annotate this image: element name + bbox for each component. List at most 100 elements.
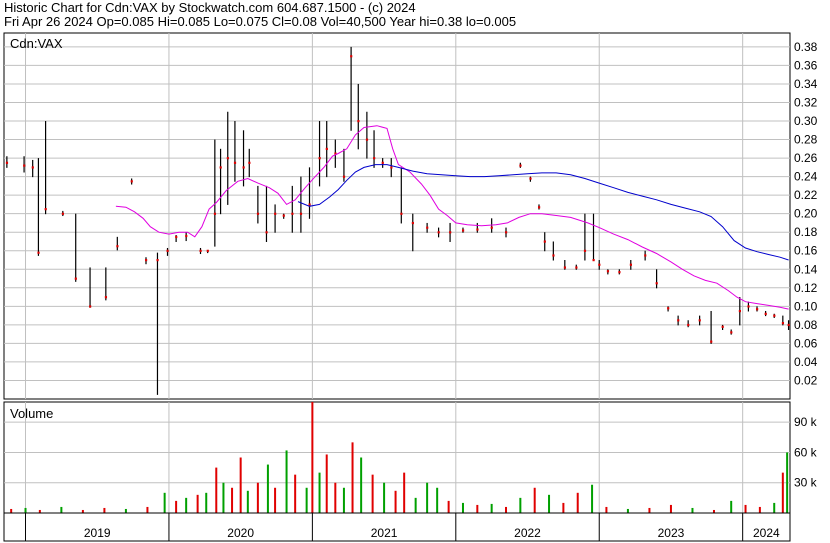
close-marker: [698, 319, 701, 322]
close-marker: [318, 157, 321, 160]
price-tick-label: 0.06: [794, 336, 818, 350]
volume-tick-label: 90 k: [794, 415, 818, 429]
volume-bar: [426, 482, 429, 513]
volume-tick-label: 60 k: [794, 445, 818, 459]
volume-bar: [146, 506, 149, 513]
close-marker: [400, 212, 403, 215]
price-tick-label: 0.22: [794, 188, 818, 202]
volume-bar: [360, 457, 363, 513]
close-marker: [687, 323, 690, 327]
close-marker: [130, 180, 133, 183]
volume-bar: [591, 484, 594, 513]
price-bars: [5, 46, 790, 395]
close-marker: [256, 212, 260, 215]
close-marker: [437, 231, 440, 234]
volume-bar: [461, 502, 464, 513]
volume-bar: [781, 472, 784, 513]
price-y-axis: 0.02 0.04 0.06 0.08 0.10 0.12 0.14 0.16 0.18 0.20…: [794, 40, 818, 388]
close-marker: [23, 164, 26, 167]
close-marker: [583, 249, 587, 252]
volume-bar: [519, 497, 522, 513]
volume-bar: [342, 487, 345, 513]
close-marker: [773, 314, 776, 317]
close-marker: [381, 161, 384, 164]
volume-bar: [305, 487, 308, 513]
volume-bar: [215, 467, 218, 513]
close-marker: [721, 325, 724, 328]
close-marker: [449, 231, 452, 234]
volume-bar: [744, 504, 747, 513]
price-tick-label: 0.28: [794, 133, 818, 147]
volume-bar: [222, 482, 225, 513]
year-label: 2023: [658, 526, 685, 540]
price-tick-label: 0.30: [794, 114, 818, 128]
volume-bar: [669, 504, 672, 513]
volume-bar: [626, 508, 629, 513]
price-tick-label: 0.36: [794, 58, 818, 72]
close-marker: [242, 166, 245, 169]
close-marker: [31, 166, 34, 169]
price-tick-label: 0.02: [794, 373, 818, 387]
volume-bar: [730, 500, 733, 513]
close-marker: [213, 212, 217, 215]
volume-bar: [256, 482, 259, 513]
close-marker: [764, 312, 767, 315]
price-panel-label: Cdn:VAX: [10, 36, 63, 51]
close-marker: [655, 282, 658, 285]
volume-bar: [383, 482, 386, 513]
close-marker: [461, 229, 465, 232]
price-tick-label: 0.16: [794, 244, 818, 258]
price-tick-label: 0.26: [794, 151, 818, 165]
volume-bar: [294, 474, 297, 513]
close-marker: [357, 120, 360, 123]
close-marker: [677, 319, 680, 322]
close-marker: [61, 212, 65, 215]
close-marker: [185, 234, 188, 238]
volume-bar: [351, 442, 354, 513]
volume-bar: [773, 502, 776, 513]
close-marker: [787, 323, 790, 327]
price-tick-label: 0.12: [794, 281, 818, 295]
volume-bar: [505, 506, 508, 513]
volume-bar: [205, 492, 208, 513]
close-marker: [37, 251, 40, 254]
volume-bar: [371, 474, 374, 513]
volume-bar: [196, 494, 199, 513]
close-marker: [44, 208, 47, 211]
close-marker: [233, 161, 237, 164]
close-marker: [490, 226, 493, 229]
close-marker: [537, 206, 541, 209]
volume-bar: [24, 507, 27, 513]
volume-bar: [325, 454, 328, 513]
volume-bar: [231, 487, 234, 513]
moving-average-short-line: [115, 125, 789, 310]
close-marker: [529, 177, 532, 180]
volume-bar: [60, 506, 63, 513]
close-marker: [308, 203, 311, 206]
volume-bar: [648, 507, 651, 513]
year-label: 2024: [753, 526, 780, 540]
close-marker: [618, 271, 621, 274]
price-tick-label: 0.38: [794, 40, 818, 54]
volume-bars: [10, 402, 789, 513]
volume-bar: [285, 450, 288, 513]
volume-bar: [274, 487, 277, 513]
price-tick-label: 0.20: [794, 207, 818, 221]
close-marker: [543, 240, 546, 243]
close-marker: [552, 254, 555, 257]
volume-panel: [3, 401, 791, 514]
volume-grid: [4, 402, 790, 513]
volume-bar: [403, 472, 406, 513]
close-marker: [373, 157, 376, 160]
close-marker: [248, 161, 251, 164]
year-label: 2020: [227, 526, 254, 540]
close-marker: [575, 266, 578, 269]
close-marker: [175, 235, 178, 239]
price-grid: [4, 33, 790, 399]
volume-bar: [246, 490, 249, 513]
close-marker: [519, 164, 522, 167]
volume-bar: [414, 497, 417, 513]
volume-bar: [124, 508, 127, 513]
price-tick-label: 0.08: [794, 318, 818, 332]
close-marker: [592, 259, 595, 262]
